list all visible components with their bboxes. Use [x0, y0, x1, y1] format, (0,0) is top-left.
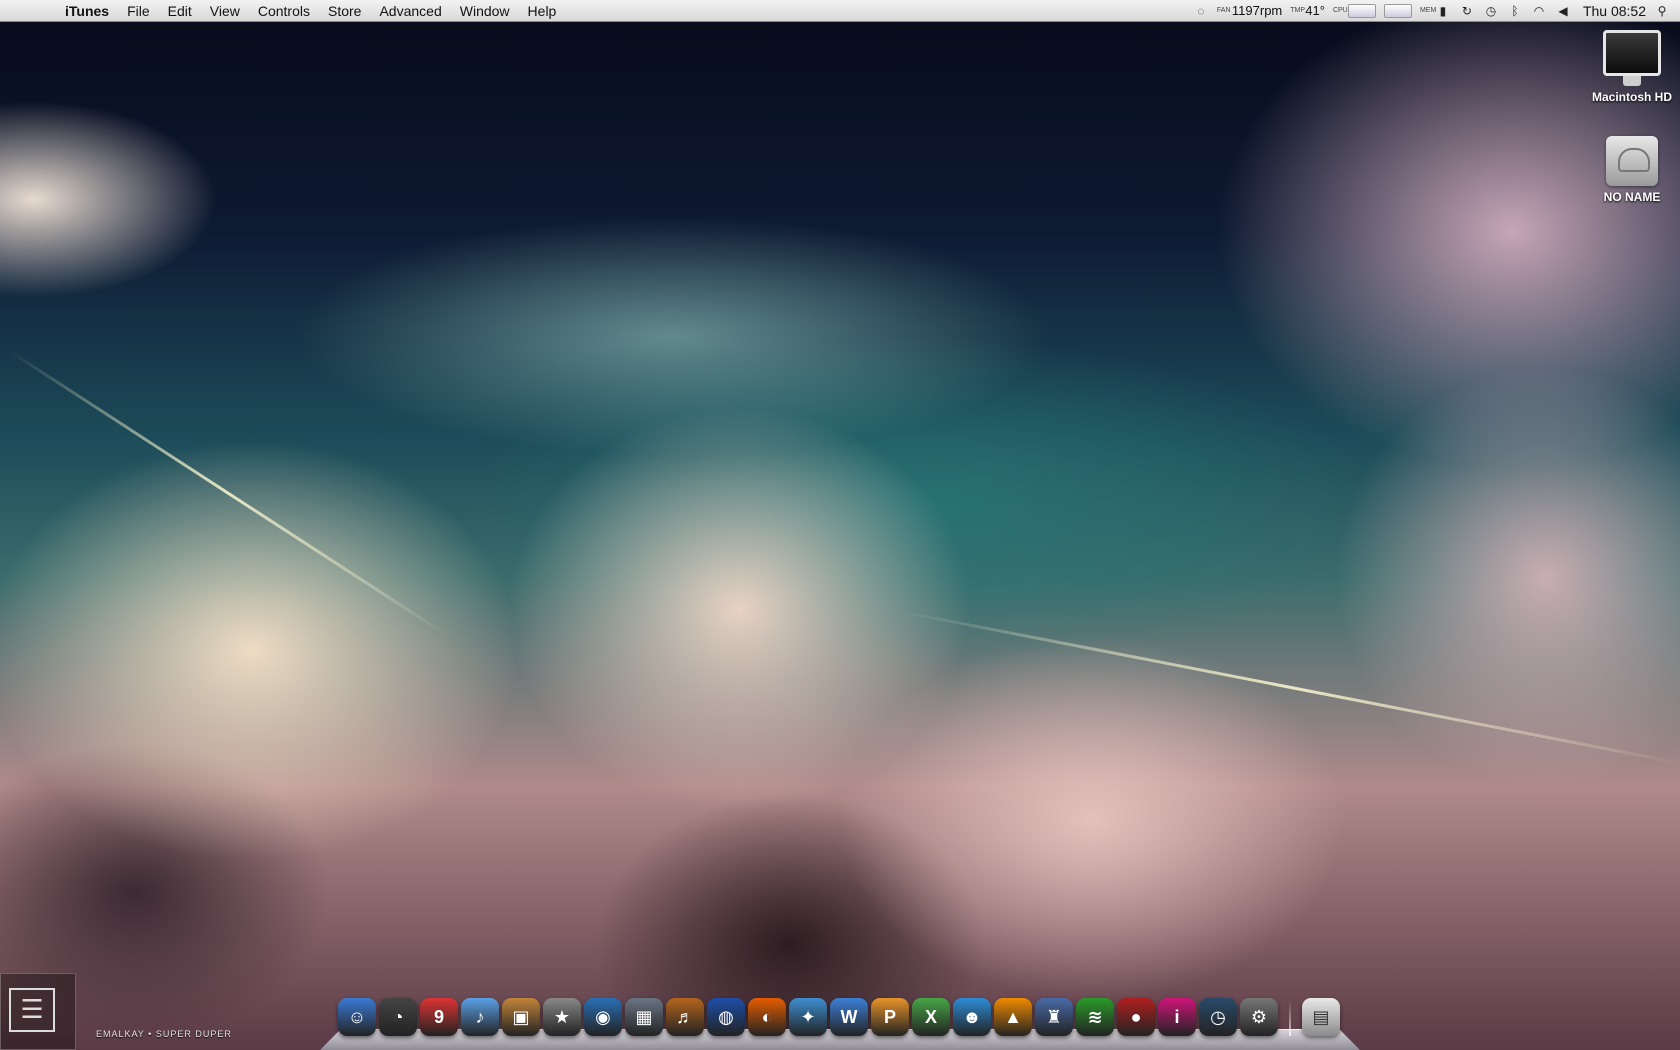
dashboard-icon[interactable]: ◔: [379, 998, 417, 1036]
spotlight-search-icon[interactable]: ⚲: [1654, 3, 1670, 19]
powerpoint-icon[interactable]: P: [871, 998, 909, 1036]
dock-separator[interactable]: [1289, 1000, 1291, 1036]
garageband-icon[interactable]: ♬: [666, 998, 704, 1036]
google-earth-icon[interactable]: ◍: [707, 998, 745, 1036]
itunes-icon[interactable]: ♪: [461, 998, 499, 1036]
cpu-label: CPU: [1332, 7, 1348, 14]
menu-file[interactable]: File: [118, 0, 159, 22]
desktop-icon-macintosh-hd[interactable]: Macintosh HD: [1592, 30, 1672, 104]
app-store-icon[interactable]: i: [1158, 998, 1196, 1036]
trash-icon[interactable]: ▤: [1302, 998, 1340, 1036]
word-icon[interactable]: W: [830, 998, 868, 1036]
messenger-icon[interactable]: ☻: [953, 998, 991, 1036]
desktop-icon-label: Macintosh HD: [1592, 90, 1673, 104]
calendar-icon[interactable]: 9: [420, 998, 458, 1036]
dvd-player-icon[interactable]: ◉: [584, 998, 622, 1036]
wizard-icon[interactable]: ♜: [1035, 998, 1073, 1036]
menu-clock[interactable]: Thu 08:52: [1583, 3, 1646, 19]
apple-menu-icon[interactable]: [18, 0, 40, 22]
menu-extras: ◌ FAN 1197rpm TMP 41° CPU MEM ▮ ↻ ◷ ᛒ ◠ …: [1193, 0, 1680, 22]
mem-label: MEM: [1419, 7, 1437, 14]
wifi-icon[interactable]: ◠: [1531, 3, 1547, 19]
desktop-icon-no-name[interactable]: NO NAME: [1592, 136, 1672, 204]
fan-spinner-icon[interactable]: ◌: [1193, 3, 1209, 19]
record-icon[interactable]: ●: [1117, 998, 1155, 1036]
dock: ☺ ◔ 9 ♪ ▣ ★ ◉ ▦ ♬ ◍ ◐ ✦ W P X ☻ ▲ ♜ ≋ ● i ◷ ⚙ ▤: [320, 994, 1360, 1050]
menu-app-name[interactable]: iTunes: [56, 0, 118, 22]
finder-icon[interactable]: ☺: [338, 998, 376, 1036]
system-preferences-icon[interactable]: ⚙: [1240, 998, 1278, 1036]
menu-window[interactable]: Window: [451, 0, 519, 22]
imac-stand: [1623, 76, 1641, 86]
memory-icon[interactable]: ▮: [1435, 3, 1451, 19]
desktop-wallpaper: [0, 0, 1680, 1050]
menu-controls[interactable]: Controls: [249, 0, 319, 22]
menu-help[interactable]: Help: [519, 0, 566, 22]
sync-icon[interactable]: ↻: [1459, 3, 1475, 19]
dock-icon-row: ☺ ◔ 9 ♪ ▣ ★ ◉ ▦ ♬ ◍ ◐ ✦ W P X ☻ ▲ ♜ ≋ ● i ◷ ⚙ ▤: [338, 998, 1340, 1036]
external-drive-icon: [1606, 136, 1658, 186]
menu-edit[interactable]: Edit: [159, 0, 201, 22]
menu-bar: iTunes File Edit View Controls Store Adv…: [0, 0, 1680, 22]
menu-advanced[interactable]: Advanced: [370, 0, 450, 22]
excel-icon[interactable]: X: [912, 998, 950, 1036]
network-meter[interactable]: [1383, 3, 1412, 18]
temp-label: TMP: [1290, 7, 1306, 14]
album-art-icon: ☰: [9, 988, 55, 1032]
cpu-meter[interactable]: [1347, 3, 1376, 18]
fan-speed[interactable]: 1197rpm: [1232, 3, 1282, 18]
menu-store[interactable]: Store: [319, 0, 370, 22]
volume-icon[interactable]: ◀: [1555, 3, 1571, 19]
imovie-icon[interactable]: ★: [543, 998, 581, 1036]
now-playing-text: EMALKAY • SUPER DUPER: [96, 1029, 232, 1039]
imac-icon: [1603, 30, 1661, 76]
spaces-icon[interactable]: ▦: [625, 998, 663, 1036]
vlc-icon[interactable]: ▲: [994, 998, 1032, 1036]
temperature[interactable]: 41°: [1305, 3, 1325, 18]
bluetooth-icon[interactable]: ᛒ: [1507, 3, 1523, 19]
iphoto-icon[interactable]: ▣: [502, 998, 540, 1036]
firefox-icon[interactable]: ◐: [748, 998, 786, 1036]
safari-icon[interactable]: ✦: [789, 998, 827, 1036]
desktop-icon-label: NO NAME: [1603, 190, 1661, 204]
album-art-widget[interactable]: ☰: [0, 973, 76, 1050]
time-machine-icon[interactable]: ◷: [1483, 3, 1499, 19]
menu-view[interactable]: View: [201, 0, 249, 22]
fan-label: FAN: [1216, 7, 1231, 14]
time-machine-icon[interactable]: ◷: [1199, 998, 1237, 1036]
spotify-icon[interactable]: ≋: [1076, 998, 1114, 1036]
